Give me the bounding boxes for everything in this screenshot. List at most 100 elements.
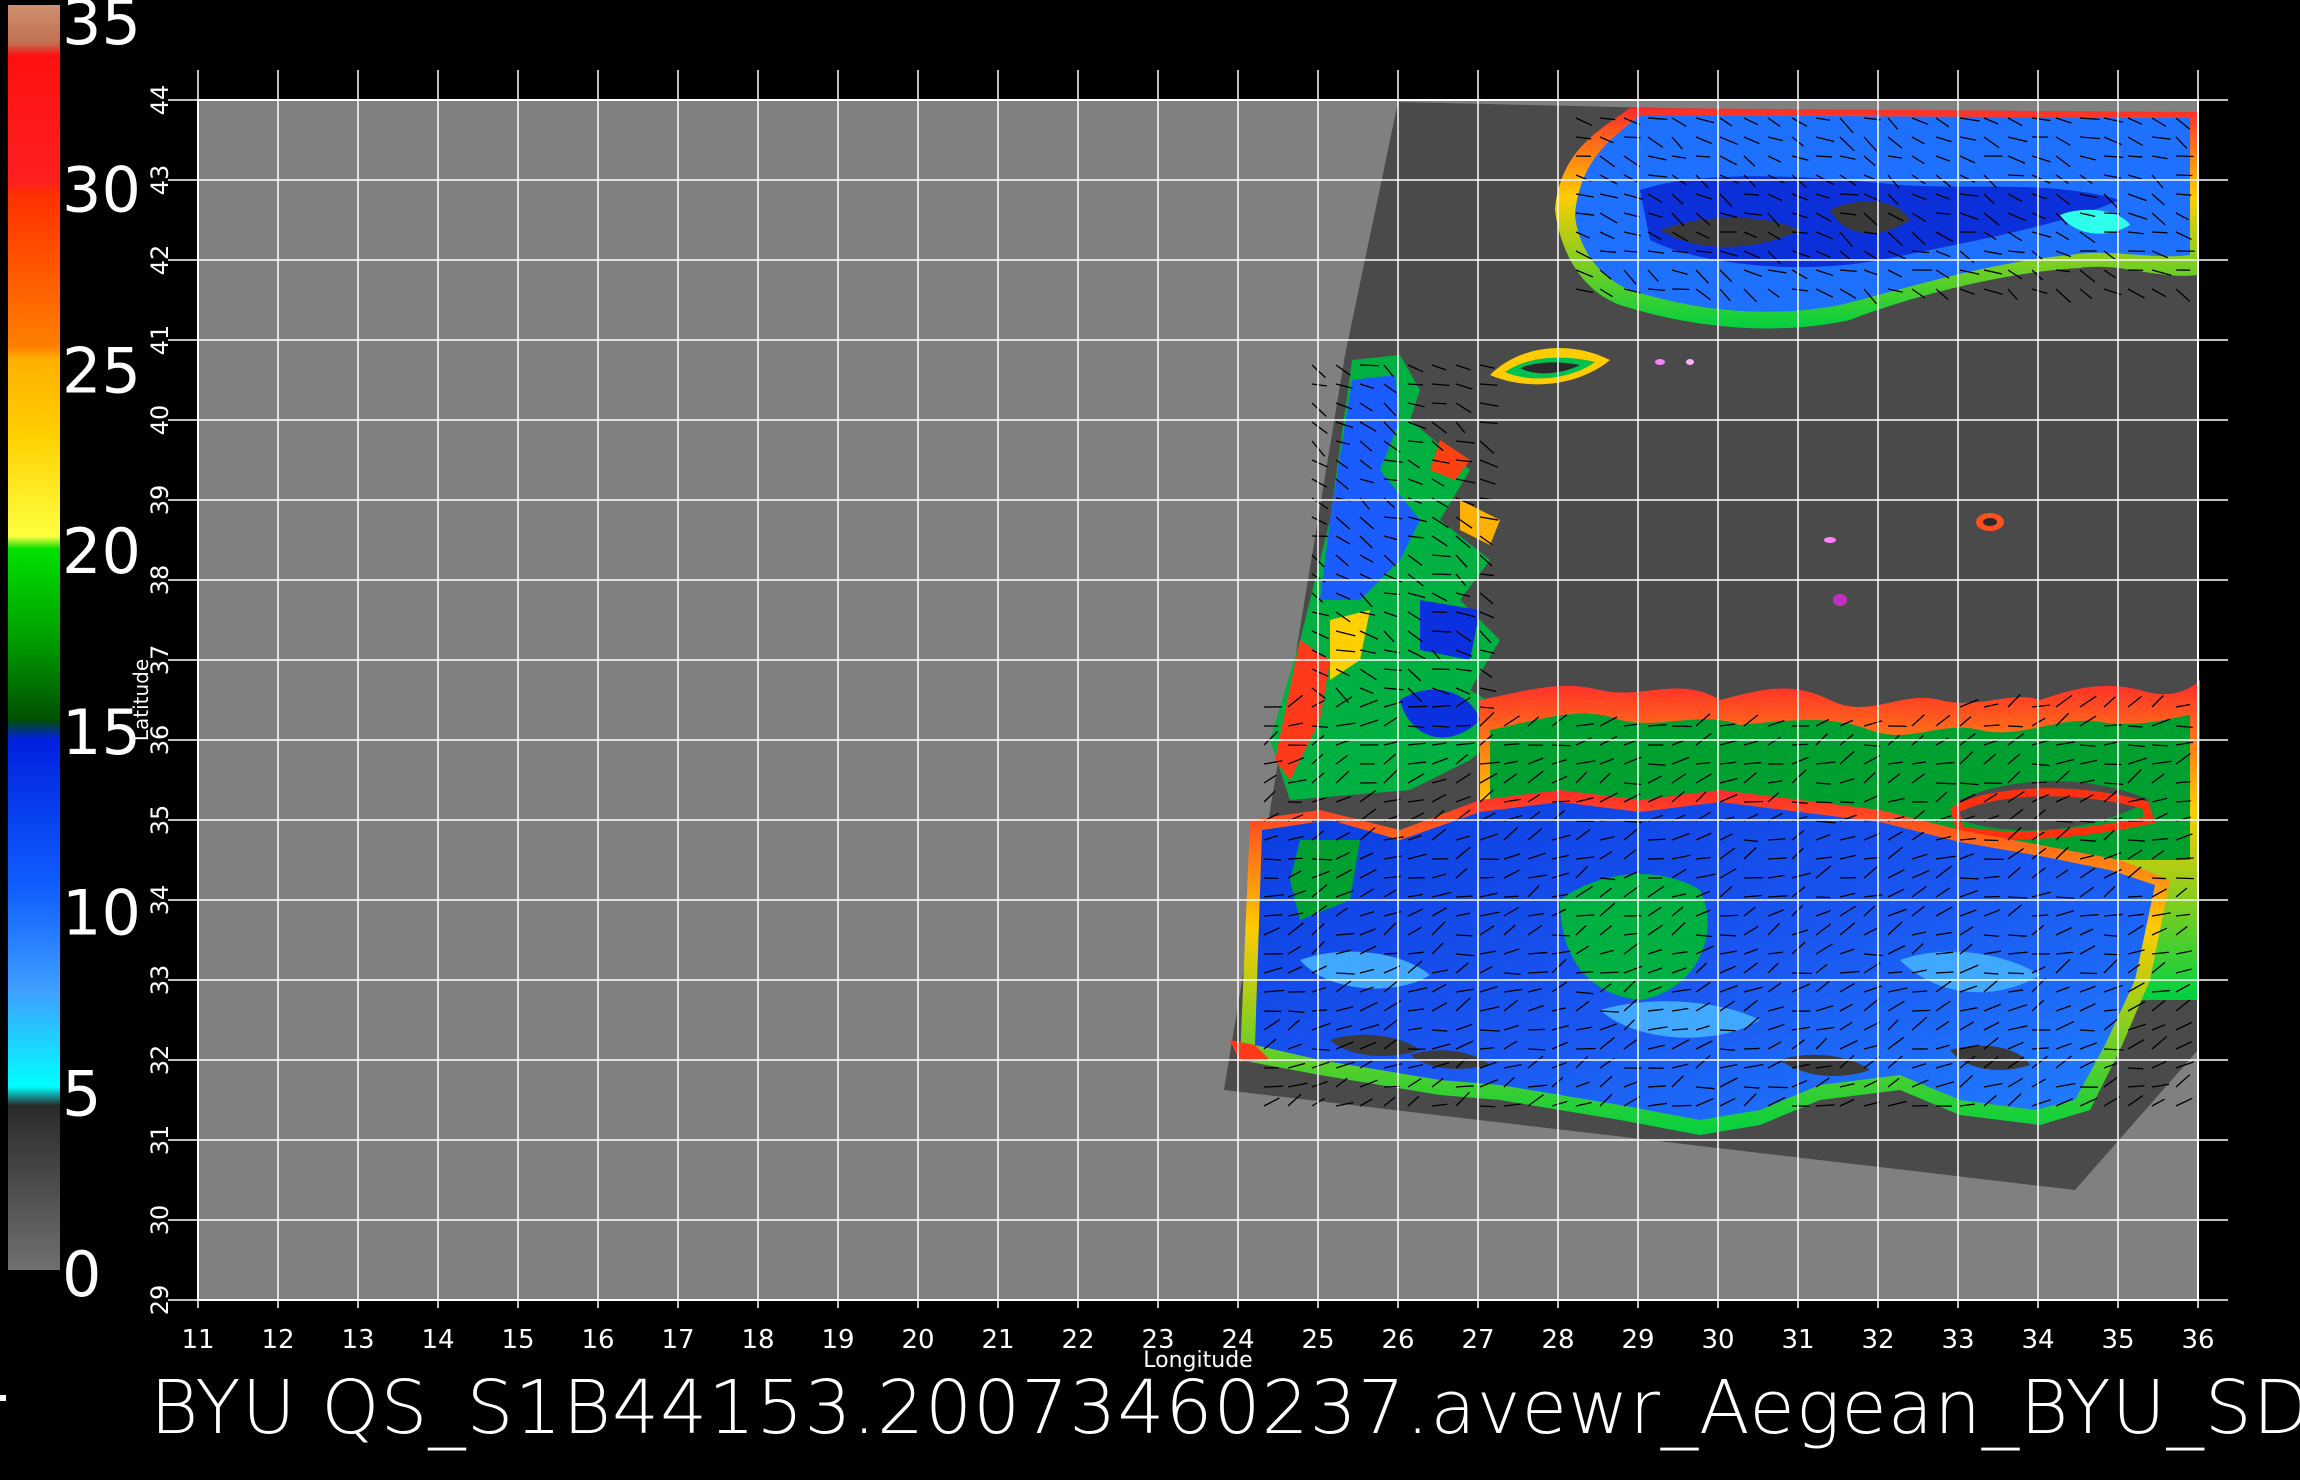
wind-vector <box>1719 1029 1736 1032</box>
longitude-tick-label: 33 <box>1941 1325 1974 1355</box>
colorbar-tick-label: 35 <box>62 0 141 59</box>
wind-vector <box>2079 972 2098 975</box>
wind-vector <box>1839 801 1855 804</box>
wind-vector <box>1287 857 1304 860</box>
latitude-tick-label: 42 <box>146 245 174 276</box>
longitude-tick-label: 14 <box>421 1325 454 1355</box>
wind-vector <box>1719 934 1736 937</box>
colorbar-tick-label: 30 <box>62 154 141 227</box>
wind-vector <box>1935 782 1956 785</box>
y-axis-label: Latitude <box>129 659 153 741</box>
latitude-tick-label: 31 <box>146 1125 174 1156</box>
wind-vector <box>1359 364 1379 367</box>
wind-vector <box>2151 744 2168 747</box>
latitude-tick-label: 34 <box>146 885 174 916</box>
wind-vector <box>1431 573 1452 576</box>
wind-vector <box>1311 858 1332 861</box>
caption-bullet <box>0 1395 6 1401</box>
wind-vector <box>1455 934 1473 937</box>
colorbar-tick-label: 10 <box>62 877 141 950</box>
wind-vector <box>1767 1086 1788 1089</box>
wind-vector <box>1911 1009 1931 1012</box>
latitude-tick-label: 33 <box>146 965 174 996</box>
image-caption: BYU QS_S1B44153.20073460237.avewr_Aegean… <box>150 1365 2300 1451</box>
wind-vector <box>1791 743 1808 746</box>
wind-vector <box>1479 876 1495 879</box>
latitude-tick-label: 32 <box>146 1045 174 1076</box>
wind-map: 35 30 25 20 15 10 5 0 11 12 13 14 15 16 17 18 1… <box>8 0 2228 1373</box>
latitude-tick-label: 35 <box>146 805 174 836</box>
wind-vector <box>2103 953 2120 956</box>
longitude-tick-label: 20 <box>901 1325 934 1355</box>
colorbar-tick-label: 25 <box>62 334 141 407</box>
latitude-tick-label: 30 <box>146 1205 174 1236</box>
wind-vector <box>1551 744 1571 747</box>
wind-vector <box>2175 877 2194 880</box>
wind-vector <box>1527 1048 1546 1051</box>
longitude-tick-label: 32 <box>1861 1325 1894 1355</box>
longitude-tick-label: 26 <box>1381 1325 1414 1355</box>
colorbar-tick-label: 0 <box>62 1238 101 1311</box>
longitude-tick-label: 28 <box>1541 1325 1574 1355</box>
wind-vector <box>1503 895 1519 898</box>
wind-vector <box>1263 1085 1283 1088</box>
longitude-tick-label: 35 <box>2101 1325 2134 1355</box>
latitude-tick-label: 40 <box>146 405 174 436</box>
latitude-tick-label: 43 <box>146 165 174 196</box>
wind-vector <box>1551 800 1571 803</box>
longitude-tick-label: 12 <box>261 1325 294 1355</box>
colorbar-tick-label: 5 <box>62 1057 101 1130</box>
wind-vector <box>1455 895 1473 898</box>
wind-vector <box>1647 838 1666 841</box>
longitude-tick-label: 29 <box>1621 1325 1654 1355</box>
longitude-tick-label: 21 <box>981 1325 1014 1355</box>
longitude-tick-label: 30 <box>1701 1325 1734 1355</box>
longitude-tick-label: 11 <box>181 1325 214 1355</box>
wind-vector <box>2007 174 2025 177</box>
longitude-tick-label: 18 <box>741 1325 774 1355</box>
wind-vector <box>1479 1105 1496 1108</box>
wind-vector <box>2175 174 2193 177</box>
wind-vector <box>1431 402 1447 405</box>
colorbar-gradient <box>8 5 60 1270</box>
longitude-tick-label: 19 <box>821 1325 854 1355</box>
longitude-tick-label: 13 <box>341 1325 374 1355</box>
colorbar-tick-label: 20 <box>62 515 141 588</box>
wind-vector <box>1671 725 1692 728</box>
wind-vector <box>1383 1085 1400 1088</box>
wind-vector <box>2007 972 2024 975</box>
wind-vector <box>1407 705 1428 708</box>
longitude-tick-label: 17 <box>661 1325 694 1355</box>
longitude-tick-label: 34 <box>2021 1325 2054 1355</box>
wind-vector <box>2151 877 2167 880</box>
colorbar <box>8 5 60 1270</box>
latitude-tick-label: 39 <box>146 485 174 516</box>
wind-vector <box>1815 801 1833 804</box>
wind-vector <box>1959 877 1979 880</box>
colorbar-labels: 35302520151050 <box>62 0 141 1311</box>
wind-vector <box>2079 1029 2095 1032</box>
longitude-tick-label: 16 <box>581 1325 614 1355</box>
wind-vector <box>2127 895 2143 898</box>
latitude-tick-label: 41 <box>146 325 174 356</box>
latitude-tick-label: 29 <box>146 1285 174 1316</box>
latitude-tick-label: 38 <box>146 565 174 596</box>
longitude-tick-label: 27 <box>1461 1325 1494 1355</box>
wind-vector <box>1599 971 1620 974</box>
wind-vector <box>2151 231 2168 234</box>
longitude-tick-label: 31 <box>1781 1325 1814 1355</box>
longitude-tick-label: 25 <box>1301 1325 1334 1355</box>
latitude-tick-label: 44 <box>146 85 174 116</box>
longitude-tick-label: 36 <box>2181 1325 2214 1355</box>
wind-vector <box>1383 952 1399 955</box>
wind-vector <box>1719 914 1739 917</box>
wind-vector <box>1743 1047 1760 1050</box>
longitude-tick-label: 15 <box>501 1325 534 1355</box>
wind-vector <box>2007 725 2023 728</box>
wind-vector <box>1527 1028 1545 1031</box>
wind-vector <box>2127 1067 2144 1070</box>
wind-vector <box>1551 934 1570 937</box>
longitude-tick-label: 22 <box>1061 1325 1094 1355</box>
wind-vector <box>1455 724 1471 727</box>
wind-vector <box>1671 1104 1692 1107</box>
